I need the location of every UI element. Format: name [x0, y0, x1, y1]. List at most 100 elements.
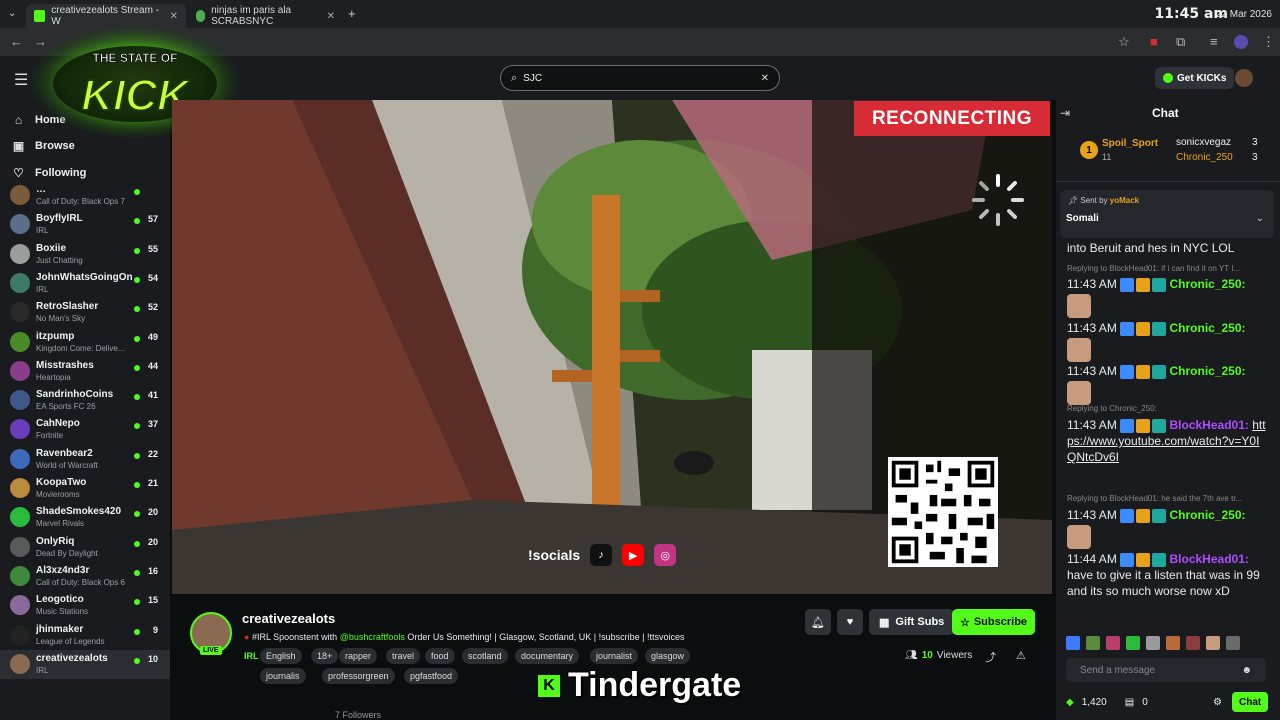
stream-tag[interactable]: 18+ [311, 648, 339, 664]
channel-name: OnlyRiq [36, 535, 75, 547]
tab-menu-icon[interactable]: ⌄ [8, 8, 16, 19]
emote-bar[interactable] [1066, 636, 1266, 650]
settings-gear-icon[interactable]: ⚙ [1213, 697, 1222, 708]
title-handle[interactable]: @bushcraftfools [340, 632, 405, 642]
sidebar-channel[interactable]: Leogotico Music Stations 15 [0, 591, 170, 620]
sidebar-channel[interactable]: CahNepo Fortnite 37 [0, 415, 170, 444]
reply-context[interactable]: Replying to Chronic_250: [1067, 404, 1267, 413]
channel-game: Movierooms [36, 490, 80, 499]
message-text: have to give it a listen that was in 99 … [1067, 568, 1260, 598]
back-icon[interactable]: ← [10, 34, 23, 49]
channel-game: World of Warcraft [36, 460, 98, 470]
leader-name[interactable]: Spoil_Sport [1102, 138, 1158, 149]
stream-tag[interactable]: English [260, 648, 302, 664]
get-kicks-button[interactable]: Get KICKs [1155, 67, 1235, 89]
send-chat-button[interactable]: Chat [1232, 692, 1269, 712]
kick-logo-icon: K [538, 674, 560, 697]
sidebar-channel[interactable]: JohnWhatsGoingOn IRL 54 [0, 269, 170, 298]
menu-dots-icon[interactable]: ⋮ [1262, 34, 1275, 50]
stream-tag[interactable]: journalist [590, 648, 639, 664]
sidebar-channel[interactable]: itzpump Kingdom Come: Delive... 49 [0, 328, 170, 357]
collapse-chat-icon[interactable]: ⇥ [1060, 106, 1070, 120]
stream-tag[interactable]: food [425, 648, 455, 664]
sidebar-item-browse[interactable]: ▣ Browse [12, 139, 75, 153]
sidebar-channel[interactable]: Misstrashes Heartopia 44 [0, 357, 170, 386]
message-user[interactable]: BlockHead01: [1170, 552, 1249, 566]
chevron-down-icon[interactable]: ⌄ [1256, 213, 1264, 224]
user-avatar[interactable] [1235, 69, 1253, 87]
user-badges [1120, 321, 1167, 336]
stream-tag[interactable]: documentary [515, 648, 580, 664]
notification-bell-button[interactable]: 🔔︎ [805, 609, 831, 635]
media-icon[interactable]: ≡ [1210, 34, 1218, 49]
sidebar-channel[interactable]: Ravenbear2 World of Warcraft 22 [0, 445, 170, 474]
heart-icon: ♥ [846, 616, 854, 628]
stream-tag[interactable]: rapper [339, 648, 378, 664]
stream-category[interactable]: IRL [244, 651, 259, 661]
share-icon[interactable]: ⤴ [985, 649, 996, 665]
stream-tag[interactable]: travel [386, 648, 421, 664]
reply-context[interactable]: Replying to BlockHead01: he said the 7th… [1067, 494, 1267, 503]
profile-avatar[interactable] [1234, 35, 1248, 49]
channel-avatar [10, 624, 30, 645]
leader-name[interactable]: sonicxvegaz [1176, 137, 1231, 148]
search-input[interactable]: ⌕ SJC ✕ [500, 65, 780, 91]
report-icon[interactable]: ⚠ [1016, 649, 1026, 662]
gift-subs-button[interactable]: ▦ Gift Subs [869, 609, 955, 635]
live-dot-icon [134, 511, 140, 518]
follow-heart-button[interactable]: ♥ [837, 609, 863, 635]
extensions-puzzle-icon[interactable]: ⧉ [1176, 34, 1185, 50]
hamburger-menu-icon[interactable]: ☰ [14, 70, 28, 90]
close-icon[interactable]: ✕ [170, 11, 178, 22]
stream-tag[interactable]: glasgow [645, 648, 691, 664]
live-dot-icon [134, 452, 140, 459]
new-tab-icon[interactable]: + [348, 6, 356, 21]
sidebar-item-following[interactable]: ♡ Following [12, 166, 86, 180]
emoji-icon[interactable]: ☻ [1241, 665, 1252, 676]
gift-icon: ▦ [879, 616, 890, 629]
message-user[interactable]: Chronic_250: [1170, 277, 1246, 291]
clear-search-icon[interactable]: ✕ [761, 73, 769, 84]
youtube-icon: ▶ [622, 544, 645, 566]
pin-icon: 📌︎ [1068, 196, 1079, 205]
extension-icon[interactable]: ■ [1150, 34, 1158, 49]
channel-name: jhinmaker [36, 623, 84, 635]
channel-game: Music Stations [36, 607, 89, 617]
sidebar-channel[interactable]: RetroSlasher No Man's Sky 52 [0, 298, 170, 327]
channel-name: CahNepo [36, 418, 80, 430]
chat-message: 11:43 AM Chronic_250: [1067, 363, 1267, 405]
user-badges [1120, 552, 1167, 567]
date: 22 Mar 2026 [1215, 9, 1272, 20]
message-user[interactable]: BlockHead01: [1170, 418, 1249, 432]
channel-name: Boxiie [36, 242, 67, 254]
message-user[interactable]: Chronic_250: [1170, 321, 1246, 335]
close-icon[interactable]: ✕ [327, 11, 335, 22]
pinned-message[interactable]: 📌︎ Sent by yoMack Somali ⌄ [1060, 190, 1274, 238]
sidebar-channel[interactable]: creativezealots IRL 10 [0, 649, 170, 679]
channel-game: Just Chatting [36, 255, 83, 265]
message-user[interactable]: Chronic_250: [1170, 364, 1246, 378]
sidebar-channel[interactable]: BoyflyIRL IRL 57 [0, 210, 170, 239]
sidebar-channel[interactable]: jhinmaker League of Legends 9 [0, 621, 170, 650]
sidebar-channel[interactable]: KoopaTwo Movierooms 21 [0, 474, 170, 503]
leader-name[interactable]: Chronic_250 [1176, 152, 1233, 163]
subscribe-button[interactable]: ☆ Subscribe [952, 609, 1035, 635]
sidebar-channel[interactable]: SandrinhoCoins EA Sports FC 26 41 [0, 386, 170, 415]
message-user[interactable]: Chronic_250: [1170, 508, 1246, 522]
sidebar-channel[interactable]: … Call of Duty: Black Ops 7 [0, 181, 170, 210]
stream-tag[interactable]: scotland [462, 648, 508, 664]
sidebar-channel[interactable]: OnlyRiq Dead By Daylight 20 [0, 533, 170, 562]
sidebar-channel[interactable]: Boxiie Just Chatting 55 [0, 240, 170, 269]
reply-context[interactable]: Replying to BlockHead01: if i can find i… [1067, 264, 1267, 273]
stream-tag[interactable]: professorgreen [322, 668, 395, 684]
reconnecting-banner: RECONNECTING [854, 101, 1050, 136]
bookmark-star-icon[interactable]: ☆ [1118, 34, 1130, 50]
channel-game: Call of Duty: Black Ops 6 [36, 577, 125, 587]
chat-message-input[interactable]: Send a message ☻ [1066, 658, 1266, 682]
live-dot-icon [134, 423, 140, 430]
stream-tag[interactable]: pgfastfood [404, 668, 459, 684]
stream-tag[interactable]: journalis [260, 668, 306, 684]
sidebar-channel[interactable]: Al3xz4nd3r Call of Duty: Black Ops 6 16 [0, 562, 170, 591]
streamer-name[interactable]: creativezealots [242, 611, 335, 626]
sidebar-channel[interactable]: ShadeSmokes420 Marvel Rivals 20 [0, 503, 170, 532]
